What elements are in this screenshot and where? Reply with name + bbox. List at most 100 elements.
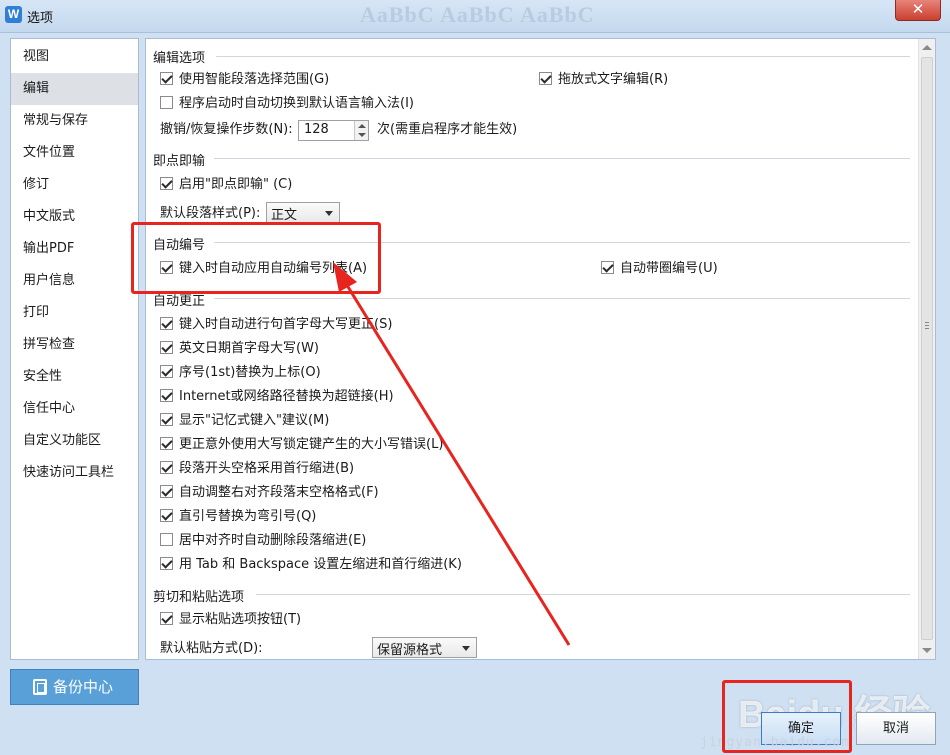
auto-correct-item[interactable]: 序号(1st)替换为上标(O) [160,363,321,383]
section-title-auto-correct: 自动更正 [153,290,212,309]
auto-correct-checkbox[interactable] [160,413,173,426]
stepper-down-icon[interactable] [358,133,366,137]
auto-correct-item[interactable]: 直引号替换为弯引号(Q) [160,507,316,527]
nav-item-chinese-layout[interactable]: 中文版式 [11,201,138,233]
auto-correct-item[interactable]: 键入时自动进行句首字母大写更正(S) [160,315,392,335]
auto-correct-item[interactable]: 用 Tab 和 Backspace 设置左缩进和首行缩进(K) [160,555,462,575]
nav-item-export-pdf[interactable]: 输出PDF [11,233,138,265]
auto-correct-label: 直引号替换为弯引号(Q) [179,509,317,524]
chevron-down-icon [462,646,470,651]
click-and-type-checkbox[interactable] [160,177,173,190]
show-paste-button-checkbox[interactable] [160,612,173,625]
smart-paragraph-select-option[interactable]: 使用智能段落选择范围(G) [160,70,329,90]
auto-correct-label: 键入时自动进行句首字母大写更正(S) [179,317,393,332]
auto-numbering-list-option[interactable]: 键入时自动应用自动编号列表(A) [160,259,367,279]
options-content: 编辑选项 使用智能段落选择范围(G) 拖放式文字编辑(R) 程序启动时自动切换到… [146,39,918,659]
auto-numbering-list-checkbox[interactable] [160,261,173,274]
auto-correct-label: Internet或网络路径替换为超链接(H) [179,389,394,404]
grip-line [925,328,929,329]
cancel-button[interactable]: 取消 [856,712,936,745]
undo-steps-value[interactable]: 128 [304,122,329,137]
scroll-down-icon[interactable] [922,648,932,653]
nav-item-quick-access-toolbar[interactable]: 快速访问工具栏 [11,457,138,489]
undo-steps-label: 撤销/恢复操作步数(N): [160,122,293,137]
section-divider [214,158,910,159]
nav-item-customize-ribbon[interactable]: 自定义功能区 [11,425,138,457]
stepper-up-icon[interactable] [358,124,366,128]
auto-correct-item[interactable]: Internet或网络路径替换为超链接(H) [160,387,394,407]
scroll-up-icon[interactable] [922,45,932,50]
drag-drop-checkbox[interactable] [539,72,552,85]
auto-correct-checkbox[interactable] [160,437,173,450]
undo-steps-note: 次(需重启程序才能生效) [377,122,518,137]
grip-line [925,325,929,326]
auto-correct-label: 更正意外使用大写锁定键产生的大小写错误(L) [179,437,444,452]
backup-center-button[interactable]: 备份中心 [10,669,139,705]
circled-numbering-label: 自动带圈编号(U) [620,261,718,276]
auto-correct-checkbox[interactable] [160,461,173,474]
backup-icon [33,679,47,695]
auto-correct-item[interactable]: 自动调整右对齐段落末空格格式(F) [160,483,379,503]
paragraph-style-dropdown[interactable]: 正文 [266,202,340,223]
nav-item-security[interactable]: 安全性 [11,361,138,393]
auto-correct-checkbox[interactable] [160,485,173,498]
watermark-url: jingyan.baidu.com [700,735,851,750]
nav-item-revision[interactable]: 修订 [11,169,138,201]
auto-correct-checkbox[interactable] [160,317,173,330]
auto-correct-item[interactable]: 更正意外使用大写锁定键产生的大小写错误(L) [160,435,443,455]
auto-correct-item[interactable]: 英文日期首字母大写(W) [160,339,319,359]
click-and-type-option[interactable]: 启用"即点即输" (C) [160,175,292,195]
nav-item-user-info[interactable]: 用户信息 [11,265,138,297]
section-title-auto-numbering: 自动编号 [153,234,212,253]
default-paste-dropdown[interactable]: 保留源格式 [372,637,477,658]
section-divider [216,56,910,57]
auto-correct-item[interactable]: 居中对齐时自动删除段落缩进(E) [160,531,366,551]
nav-item-edit[interactable]: 编辑 [11,73,138,105]
auto-correct-item[interactable]: 段落开头空格采用首行缩进(B) [160,459,354,479]
nav-item-trust-center[interactable]: 信任中心 [11,393,138,425]
title-bar: W 选项 AaBbC AaBbC AaBbC ✕ [0,0,950,33]
auto-correct-checkbox[interactable] [160,389,173,402]
auto-correct-item[interactable]: 显示"记忆式键入"建议(M) [160,411,329,431]
show-paste-button-option[interactable]: 显示粘贴选项按钮(T) [160,610,301,630]
section-divider [214,242,910,243]
section-title-cut-paste: 剪切和粘贴选项 [153,586,251,605]
backup-center-label: 备份中心 [53,678,114,696]
auto-correct-checkbox[interactable] [160,365,173,378]
section-divider [214,298,910,299]
window-title: 选项 [27,11,54,26]
auto-correct-label: 用 Tab 和 Backspace 设置左缩进和首行缩进(K) [179,557,462,572]
circled-numbering-checkbox[interactable] [601,261,614,274]
default-paste-label: 默认粘贴方式(D): [160,641,263,656]
default-paragraph-style-label: 默认段落样式(P): [160,206,261,221]
paragraph-style-value: 正文 [271,208,298,223]
options-category-list: 视图 编辑 常规与保存 文件位置 修订 中文版式 输出PDF 用户信息 打印 拼… [10,38,139,660]
drag-drop-label: 拖放式文字编辑(R) [558,72,669,87]
section-title-edit-options: 编辑选项 [153,47,212,66]
undo-steps-stepper[interactable]: 128 [298,120,369,141]
auto-correct-checkbox[interactable] [160,509,173,522]
auto-correct-checkbox[interactable] [160,533,173,546]
auto-ime-checkbox[interactable] [160,96,173,109]
nav-item-general-save[interactable]: 常规与保存 [11,105,138,137]
circled-numbering-option[interactable]: 自动带圈编号(U) [601,259,718,279]
chevron-down-icon [325,211,333,216]
auto-correct-label: 居中对齐时自动删除段落缩进(E) [179,533,367,548]
auto-correct-label: 自动调整右对齐段落末空格格式(F) [179,485,379,500]
section-title-click-and-type: 即点即输 [153,150,212,169]
auto-correct-checkbox[interactable] [160,557,173,570]
scroll-thumb[interactable] [921,57,933,640]
auto-ime-option[interactable]: 程序启动时自动切换到默认语言输入法(I) [160,94,414,114]
auto-correct-label: 显示"记忆式键入"建议(M) [179,413,330,428]
smart-select-checkbox[interactable] [160,72,173,85]
vertical-scrollbar[interactable] [918,39,935,659]
nav-item-print[interactable]: 打印 [11,297,138,329]
title-style-watermark: AaBbC AaBbC AaBbC [360,2,595,27]
nav-item-file-location[interactable]: 文件位置 [11,137,138,169]
auto-correct-checkbox[interactable] [160,341,173,354]
wps-app-icon: W [5,6,22,23]
nav-item-spell-check[interactable]: 拼写检查 [11,329,138,361]
drag-drop-edit-option[interactable]: 拖放式文字编辑(R) [539,70,668,90]
close-button[interactable]: ✕ [895,0,941,21]
nav-item-view[interactable]: 视图 [11,41,138,73]
